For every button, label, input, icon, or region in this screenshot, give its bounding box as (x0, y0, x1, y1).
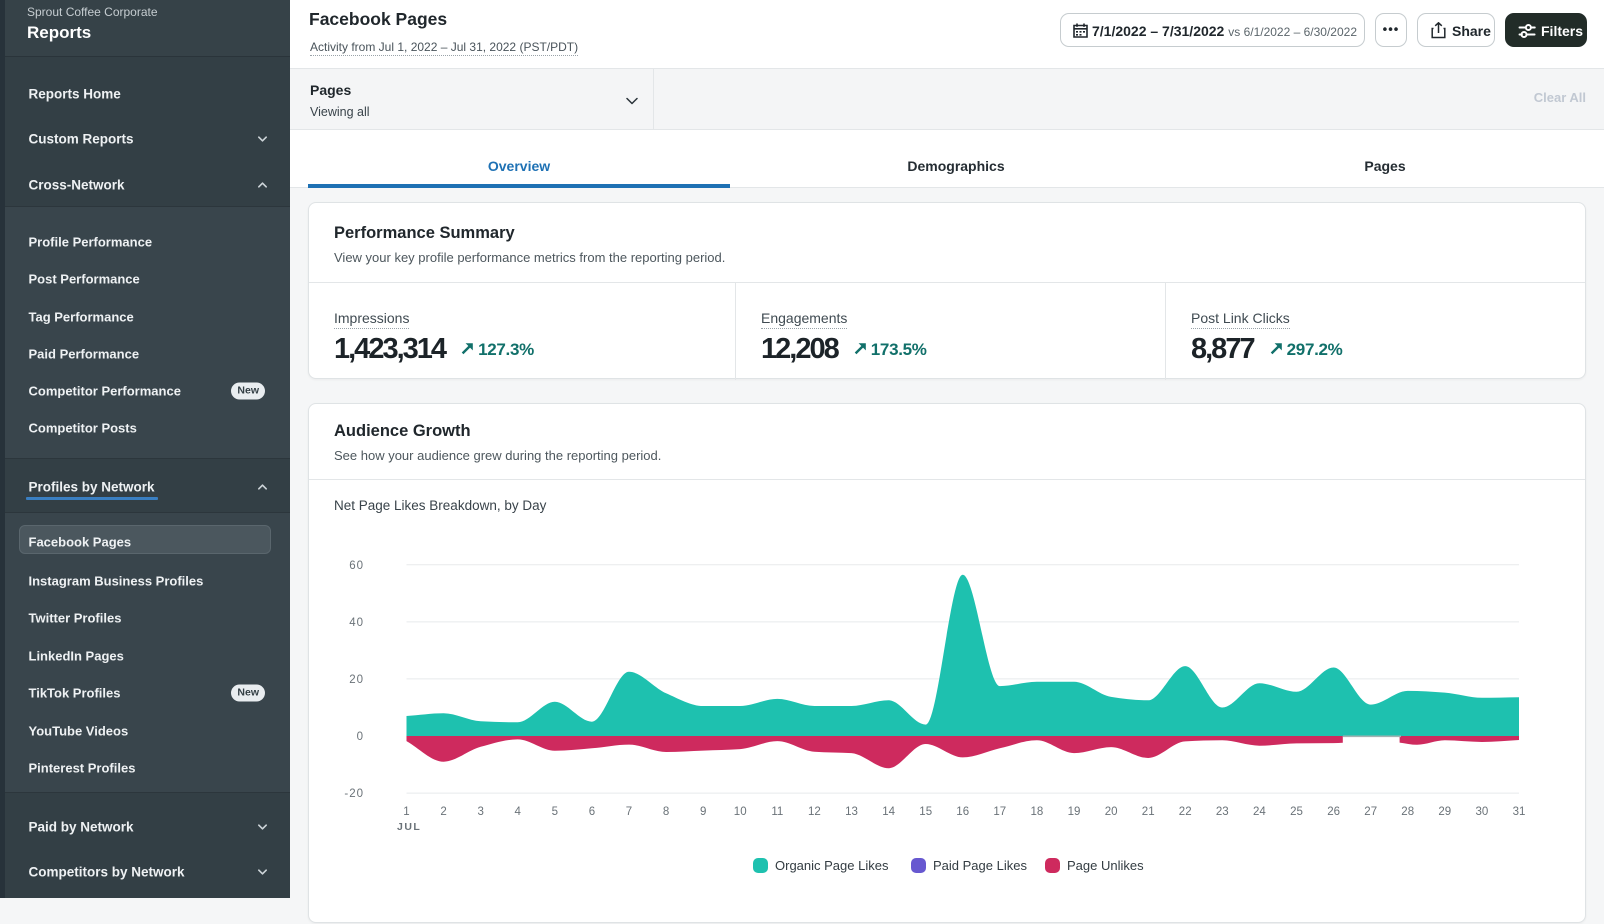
svg-text:23: 23 (1216, 806, 1229, 818)
svg-text:29: 29 (1438, 806, 1451, 818)
svg-text:7: 7 (626, 806, 632, 818)
svg-text:13: 13 (845, 806, 858, 818)
svg-text:26: 26 (1327, 806, 1340, 818)
svg-text:JUL: JUL (397, 821, 421, 833)
svg-text:31: 31 (1513, 806, 1526, 818)
svg-text:8: 8 (663, 806, 669, 818)
svg-text:19: 19 (1068, 806, 1081, 818)
svg-text:5: 5 (552, 806, 558, 818)
svg-text:11: 11 (771, 806, 783, 818)
svg-text:28: 28 (1401, 806, 1414, 818)
svg-text:40: 40 (349, 617, 364, 629)
svg-text:21: 21 (1142, 806, 1155, 818)
svg-text:24: 24 (1253, 806, 1266, 818)
svg-text:30: 30 (1476, 806, 1489, 818)
svg-text:-20: -20 (344, 788, 364, 800)
svg-text:10: 10 (734, 806, 747, 818)
svg-text:0: 0 (357, 731, 364, 743)
svg-text:12: 12 (808, 806, 821, 818)
svg-text:18: 18 (1031, 806, 1044, 818)
svg-text:27: 27 (1364, 806, 1377, 818)
svg-text:15: 15 (919, 806, 932, 818)
svg-text:3: 3 (477, 806, 483, 818)
svg-text:60: 60 (349, 560, 364, 572)
svg-text:17: 17 (993, 806, 1006, 818)
svg-text:2: 2 (440, 806, 446, 818)
svg-text:9: 9 (700, 806, 706, 818)
svg-text:22: 22 (1179, 806, 1192, 818)
svg-text:20: 20 (1105, 806, 1118, 818)
svg-text:20: 20 (349, 674, 364, 686)
svg-text:1: 1 (403, 806, 409, 818)
svg-text:4: 4 (514, 806, 521, 818)
svg-text:14: 14 (882, 806, 895, 818)
svg-text:6: 6 (589, 806, 595, 818)
svg-text:16: 16 (956, 806, 969, 818)
svg-text:25: 25 (1290, 806, 1303, 818)
